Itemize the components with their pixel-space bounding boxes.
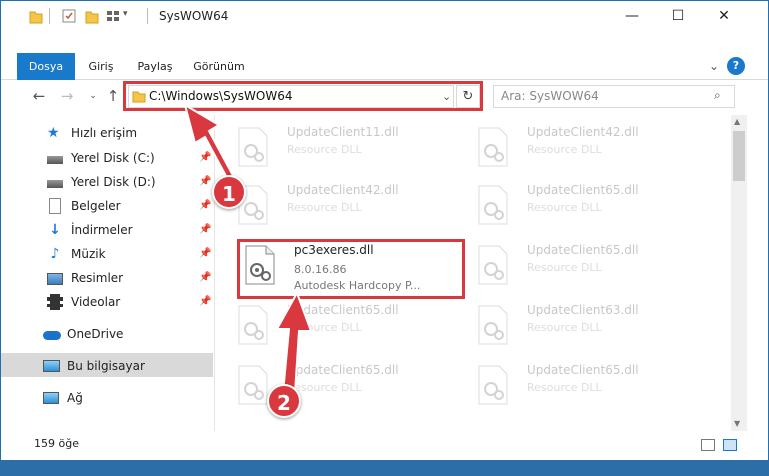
sidebar-item-label: Hızlı erişim (71, 126, 138, 140)
customize-icon[interactable] (105, 8, 121, 24)
forward-arrow-icon[interactable]: → (57, 87, 77, 105)
sidebar-item-label: Belgeler (71, 199, 121, 213)
separator (49, 8, 50, 24)
maximize-button[interactable]: ☐ (655, 1, 701, 31)
sidebar-item-downloads[interactable]: ↓ İndirmeler (47, 219, 133, 241)
folder-icon (29, 11, 43, 24)
file-tile[interactable]: UpdateClient65.dll Resource DLL (477, 241, 707, 297)
close-button[interactable]: ✕ (701, 1, 747, 31)
desktop-strip (0, 460, 769, 476)
file-type: Resource DLL (287, 201, 362, 214)
sidebar-item-local-disk-d[interactable]: Yerel Disk (D:) (47, 171, 156, 193)
separator (147, 8, 148, 24)
document-icon (49, 198, 61, 214)
file-tile[interactable]: UpdateClient42.dll Resource DLL (477, 123, 707, 179)
computer-icon (43, 360, 60, 372)
large-icons-view-icon[interactable] (723, 439, 737, 451)
pin-icon[interactable]: 📌 (199, 224, 211, 235)
new-folder-icon[interactable] (85, 8, 99, 24)
sidebar-item-label: Bu bilgisayar (67, 359, 145, 373)
search-placeholder[interactable]: Ara: SysWOW64 (501, 89, 599, 103)
step-2-badge: 2 (267, 384, 301, 418)
arrow-annotation-2 (275, 290, 313, 394)
dll-file-icon (478, 305, 508, 345)
pin-icon[interactable]: 📌 (199, 200, 211, 211)
sidebar-item-network[interactable]: Ağ (43, 387, 83, 409)
file-name: UpdateClient65.dll (527, 243, 639, 257)
tab-file[interactable]: Dosya (17, 53, 75, 80)
file-type: Resource DLL (527, 381, 602, 394)
music-icon: ♪ (50, 246, 60, 262)
file-type: Resource DLL (527, 201, 602, 214)
file-name: UpdateClient65.dll (527, 183, 639, 197)
step-1-badge: 1 (212, 175, 246, 209)
details-view-icon[interactable] (701, 439, 715, 451)
minimize-button[interactable]: — (609, 1, 655, 31)
pictures-icon (47, 273, 63, 285)
back-arrow-icon[interactable]: ← (29, 87, 49, 105)
dll-file-icon (478, 245, 508, 285)
file-name: UpdateClient11.dll (287, 125, 399, 139)
file-tile[interactable]: UpdateClient65.dll Resource DLL (477, 181, 707, 237)
download-icon: ↓ (49, 222, 61, 238)
network-icon (43, 392, 59, 404)
up-arrow-icon[interactable]: ↑ (103, 87, 123, 105)
scroll-down-icon[interactable]: ▼ (734, 419, 740, 428)
dll-file-icon (478, 365, 508, 405)
file-tile[interactable]: UpdateClient63.dll Resource DLL (477, 301, 707, 357)
file-tile[interactable]: UpdateClient65.dll Resource DLL (477, 361, 707, 417)
properties-icon[interactable] (61, 8, 77, 24)
sidebar-item-documents[interactable]: Belgeler (47, 195, 121, 217)
pin-icon[interactable]: 📌 (199, 248, 211, 259)
search-icon[interactable]: ⌕ (714, 88, 721, 103)
item-count: 159 öğe (34, 437, 79, 450)
scrollbar-thumb[interactable] (733, 131, 745, 181)
file-name: UpdateClient42.dll (527, 125, 639, 139)
sidebar-item-label: Müzik (71, 247, 106, 261)
file-type: Resource DLL (527, 321, 602, 334)
file-name: UpdateClient63.dll (527, 303, 639, 317)
help-icon[interactable]: ? (727, 57, 745, 75)
file-type: Resource DLL (287, 143, 362, 156)
tab-share[interactable]: Paylaş (131, 53, 179, 80)
window-title: SysWOW64 (159, 9, 229, 23)
pin-icon[interactable]: 📌 (199, 272, 211, 283)
sidebar-item-label: Videolar (71, 295, 121, 309)
file-name: UpdateClient42.dll (287, 183, 399, 197)
dll-file-icon (478, 127, 508, 167)
star-icon: ★ (47, 125, 60, 141)
sidebar-item-label: Ağ (67, 391, 83, 405)
pin-icon[interactable]: 📌 (199, 296, 211, 307)
sidebar-item-quick-access[interactable]: ★ Hızlı erişim (47, 122, 137, 144)
file-type: Resource DLL (527, 143, 602, 156)
dropdown-arrow-icon[interactable]: ▾ (123, 9, 128, 19)
sidebar-item-local-disk-c[interactable]: Yerel Disk (C:) (47, 147, 155, 169)
sidebar-item-this-pc[interactable]: Bu bilgisayar (43, 355, 145, 377)
tab-view[interactable]: Görünüm (187, 53, 251, 80)
drive-icon (47, 180, 63, 188)
sidebar-item-music[interactable]: ♪ Müzik (47, 243, 106, 265)
file-name: UpdateClient65.dll (527, 363, 639, 377)
sidebar-item-label: OneDrive (67, 327, 124, 341)
sidebar-item-onedrive[interactable]: OneDrive (43, 323, 123, 345)
cloud-icon (43, 331, 61, 340)
sidebar-item-videos[interactable]: Videolar (47, 291, 120, 313)
sidebar-item-label: İndirmeler (71, 223, 133, 237)
sidebar-item-pictures[interactable]: Resimler (47, 267, 123, 289)
status-bar (1, 431, 768, 461)
drive-icon (47, 156, 63, 164)
scroll-up-icon[interactable]: ▲ (734, 117, 740, 126)
file-tile[interactable]: UpdateClient42.dll Resource DLL (237, 181, 467, 237)
dll-file-icon (478, 185, 508, 225)
sidebar-item-label: Resimler (71, 271, 124, 285)
video-icon (47, 294, 63, 310)
chevron-down-icon[interactable]: ⌄ (709, 59, 719, 73)
sidebar-item-label: Yerel Disk (C:) (71, 151, 155, 165)
sidebar-item-label: Yerel Disk (D:) (71, 175, 156, 189)
file-tile[interactable]: UpdateClient11.dll Resource DLL (237, 123, 467, 179)
recent-locations-icon[interactable]: ⌄ (83, 91, 103, 101)
tab-home[interactable]: Giriş (81, 53, 121, 80)
file-type: Resource DLL (527, 261, 602, 274)
explorer-window: ▾ SysWOW64 — ☐ ✕ Dosya Giriş Paylaş Görü… (0, 0, 769, 476)
